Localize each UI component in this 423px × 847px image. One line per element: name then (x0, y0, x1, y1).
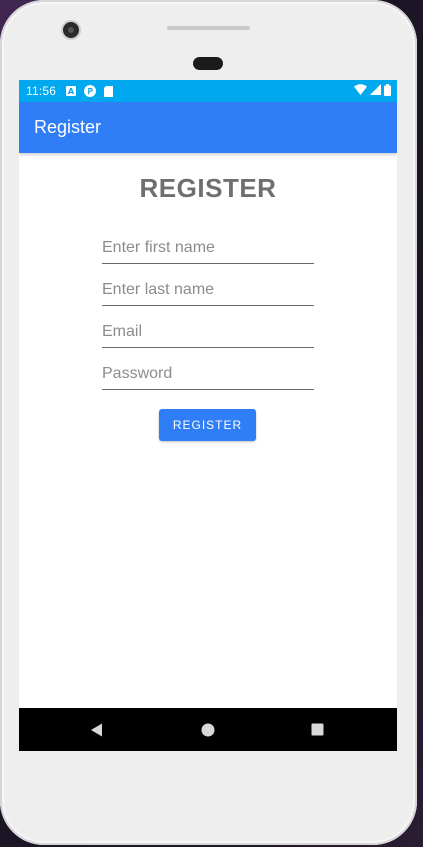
password-field[interactable] (102, 359, 314, 390)
last-name-field[interactable] (102, 275, 314, 306)
svg-text:A: A (68, 87, 75, 96)
phone-frame: 11:56 A Register REGISTER Enter first na… (0, 0, 417, 845)
battery-icon (384, 83, 391, 99)
page-title: REGISTER (139, 173, 277, 203)
status-right-group (354, 80, 391, 102)
app-bar: Register (19, 102, 397, 153)
signal-icon (370, 84, 381, 98)
a-notification-icon: A (66, 86, 77, 96)
front-camera-icon (63, 22, 79, 38)
navigation-bar (19, 708, 397, 751)
home-button[interactable] (188, 708, 228, 751)
status-bar: 11:56 A (19, 80, 397, 102)
home-icon (201, 723, 215, 736)
earpiece-speaker (193, 57, 223, 70)
back-icon (91, 723, 102, 736)
p-notification-icon (84, 85, 97, 97)
first-name-field[interactable] (102, 233, 314, 264)
email-field[interactable] (102, 317, 314, 348)
wifi-icon (354, 84, 367, 98)
app-bar-title: Register (34, 117, 102, 137)
register-form: REGISTER REGISTER (19, 153, 397, 708)
back-button[interactable] (77, 708, 117, 751)
sd-card-icon (104, 85, 114, 97)
top-bezel-slit (167, 26, 250, 30)
recents-icon (311, 723, 323, 736)
register-button[interactable]: REGISTER (159, 409, 256, 441)
recents-button[interactable] (297, 708, 337, 751)
status-time: 11:56 (26, 84, 57, 98)
device-screen: 11:56 A Register REGISTER Enter first na… (19, 80, 397, 751)
